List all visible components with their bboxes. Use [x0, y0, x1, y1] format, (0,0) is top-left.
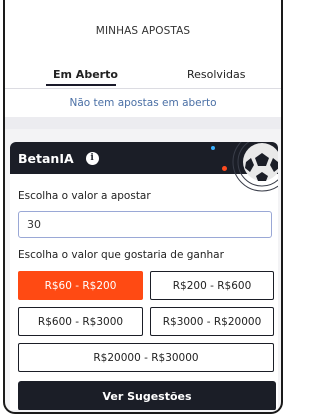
range-button-60-200[interactable]: R$60 - R$200: [18, 271, 143, 300]
active-tab-indicator: [46, 84, 116, 86]
betania-card: BetanIA i Escolha o valor a apostar Esco…: [10, 142, 278, 410]
empty-bets-text: Não tem apostas em aberto: [69, 97, 217, 109]
stake-input[interactable]: [18, 211, 272, 238]
page-title: MINHAS APOSTAS: [95, 25, 191, 37]
tab-open-bets[interactable]: Em Aberto: [53, 68, 118, 81]
range-button-200-600[interactable]: R$200 - R$600: [150, 271, 274, 300]
range-button-600-3000[interactable]: R$600 - R$3000: [18, 307, 143, 336]
range-button-label: R$3000 - R$20000: [162, 315, 262, 328]
range-button-label: R$20000 - R$30000: [93, 351, 199, 364]
soccer-ball-icon: [232, 142, 278, 192]
see-suggestions-button[interactable]: Ver Sugestões: [18, 381, 276, 410]
range-button-label: R$200 - R$600: [172, 279, 252, 292]
stake-label: Escolha o valor a apostar: [18, 190, 151, 202]
betania-header: BetanIA i: [10, 142, 278, 192]
phone-frame: MINHAS APOSTAS Em Aberto Resolvidas Não …: [3, 0, 283, 414]
info-icon[interactable]: i: [85, 151, 99, 165]
tab-resolved-bets[interactable]: Resolvidas: [187, 68, 245, 81]
bet-tabs: Em Aberto Resolvidas: [5, 62, 281, 88]
range-button-label: R$60 - R$200: [44, 279, 117, 292]
win-range-label: Escolha o valor que gostaria de ganhar: [18, 249, 224, 261]
empty-bets-message: Não tem apostas em aberto: [5, 89, 281, 117]
decor-dot-blue: [211, 146, 215, 150]
range-button-label: R$600 - R$3000: [37, 315, 124, 328]
range-button-20000-30000[interactable]: R$20000 - R$30000: [18, 343, 274, 372]
section-gap: [5, 117, 281, 129]
betania-title: BetanIA: [18, 150, 74, 166]
range-button-3000-20000[interactable]: R$3000 - R$20000: [150, 307, 274, 336]
decor-dot-orange: [222, 166, 227, 171]
page-header: MINHAS APOSTAS: [5, 0, 281, 62]
